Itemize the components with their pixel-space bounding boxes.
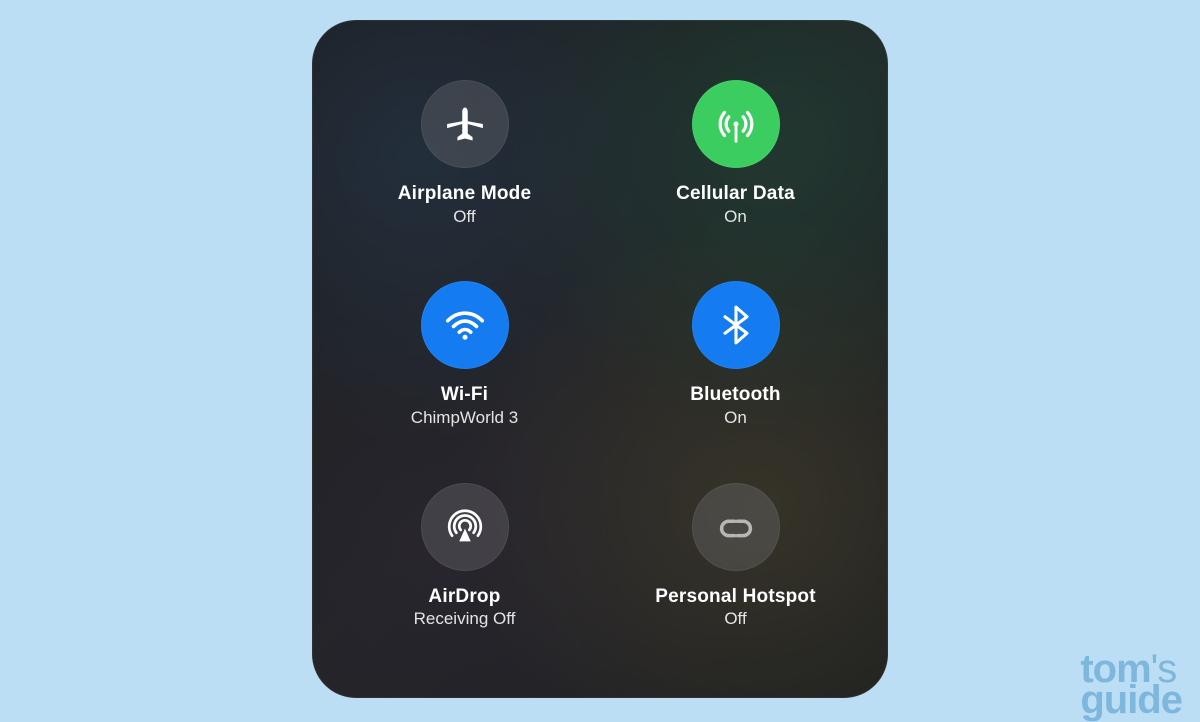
cellular-data-labels: Cellular Data On: [676, 182, 795, 227]
bluetooth-labels: Bluetooth On: [690, 383, 780, 428]
bluetooth-toggle[interactable]: Bluetooth On: [609, 277, 862, 460]
airdrop-toggle[interactable]: AirDrop Receiving Off: [338, 479, 591, 662]
bluetooth-status: On: [690, 407, 780, 428]
watermark-logo: tom's guide: [1080, 654, 1182, 716]
wifi-labels: Wi-Fi ChimpWorld 3: [411, 383, 518, 428]
connectivity-panel: Airplane Mode Off Cell: [312, 20, 888, 698]
airdrop-title: AirDrop: [414, 585, 516, 609]
personal-hotspot-title: Personal Hotspot: [655, 585, 816, 609]
cellular-data-status: On: [676, 206, 795, 227]
bluetooth-button[interactable]: [692, 281, 780, 369]
wifi-icon: [442, 302, 488, 348]
personal-hotspot-button[interactable]: [692, 483, 780, 571]
bluetooth-icon: [714, 303, 758, 347]
airdrop-labels: AirDrop Receiving Off: [414, 585, 516, 630]
cellular-data-toggle[interactable]: Cellular Data On: [609, 76, 862, 259]
cellular-data-title: Cellular Data: [676, 182, 795, 206]
airplane-mode-title: Airplane Mode: [398, 182, 532, 206]
airdrop-button[interactable]: [421, 483, 509, 571]
cellular-data-button[interactable]: [692, 80, 780, 168]
wifi-toggle[interactable]: Wi-Fi ChimpWorld 3: [338, 277, 591, 460]
personal-hotspot-status: Off: [655, 608, 816, 629]
wifi-title: Wi-Fi: [411, 383, 518, 407]
airdrop-icon: [442, 504, 488, 550]
personal-hotspot-toggle[interactable]: Personal Hotspot Off: [609, 479, 862, 662]
bluetooth-title: Bluetooth: [690, 383, 780, 407]
airplane-mode-toggle[interactable]: Airplane Mode Off: [338, 76, 591, 259]
wifi-button[interactable]: [421, 281, 509, 369]
airplane-icon: [443, 102, 487, 146]
airplane-mode-labels: Airplane Mode Off: [398, 182, 532, 227]
wifi-status: ChimpWorld 3: [411, 407, 518, 428]
watermark-line2: guide: [1080, 685, 1182, 716]
personal-hotspot-labels: Personal Hotspot Off: [655, 585, 816, 630]
airdrop-status: Receiving Off: [414, 608, 516, 629]
control-center-backdrop: Airplane Mode Off Cell: [312, 20, 888, 698]
airplane-mode-button[interactable]: [421, 80, 509, 168]
cellular-icon: [713, 101, 759, 147]
airplane-mode-status: Off: [398, 206, 532, 227]
hotspot-icon: [713, 504, 759, 550]
